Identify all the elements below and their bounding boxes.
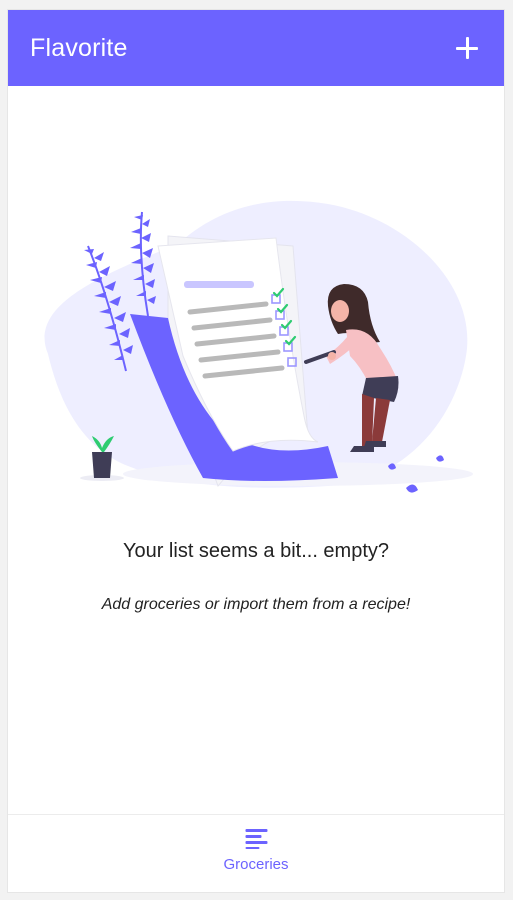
nav-item-label: Groceries xyxy=(223,856,289,873)
app-bar: Flavorite xyxy=(8,10,504,86)
app-title: Flavorite xyxy=(30,33,128,62)
empty-state: Your list seems a bit... empty? Add groc… xyxy=(8,86,504,814)
empty-state-subtitle: Add groceries or import them from a reci… xyxy=(101,596,411,613)
add-button[interactable] xyxy=(450,31,484,65)
list-icon xyxy=(245,829,267,849)
checklist-woman-illustration xyxy=(44,200,473,493)
bottom-navigation: Groceries xyxy=(8,814,504,892)
nav-item-groceries[interactable]: Groceries xyxy=(223,829,289,873)
empty-state-title: Your list seems a bit... empty? xyxy=(122,540,390,562)
app-screen: Flavorite Your list seems a bit... empty… xyxy=(8,10,504,892)
